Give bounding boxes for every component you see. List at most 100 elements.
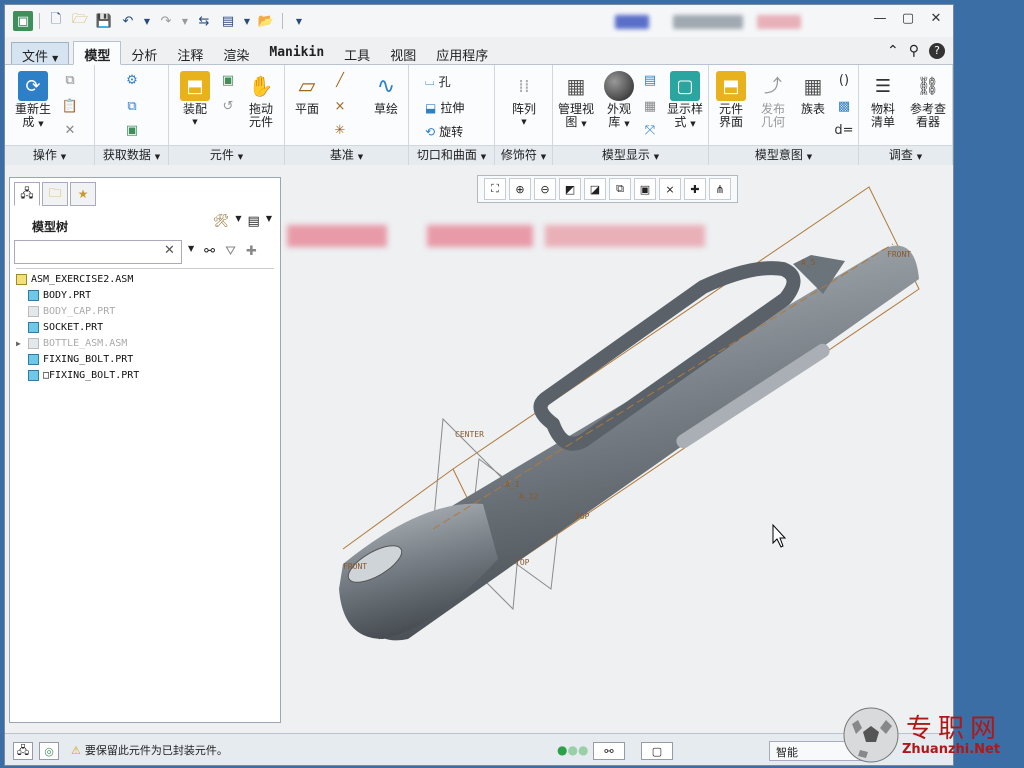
expand-arrow-icon[interactable]: ▶ bbox=[16, 339, 28, 348]
close-icon[interactable]: ✕ bbox=[929, 11, 943, 26]
tree-item[interactable]: □FIXING_BOLT.PRT bbox=[16, 367, 274, 383]
group-operations-label[interactable]: 操作 ▼ bbox=[5, 145, 94, 165]
regenerate-small-icon[interactable]: ⇆ bbox=[194, 11, 214, 31]
quick-access-toolbar: ▣ 🗋 🗁 💾 ↶ ▼ ↷ ▼ ⇆ ▤ ▼ 📂 ▼ bbox=[13, 11, 309, 31]
windows-dropdown-icon[interactable]: ▼ bbox=[242, 11, 252, 31]
hole-button[interactable]: ⌴ 孔 bbox=[425, 73, 451, 90]
minimize-icon[interactable]: — bbox=[873, 11, 887, 26]
assemble-button[interactable]: ⬒ 装配 ▼ bbox=[173, 71, 217, 129]
redo-dropdown-icon[interactable]: ▼ bbox=[180, 11, 190, 31]
component-interface-button[interactable]: ⬒ 元件 界面 bbox=[711, 71, 751, 129]
axis-icon[interactable]: ╱ bbox=[331, 71, 349, 89]
revolve-button[interactable]: ⟲ 旋转 bbox=[425, 123, 463, 140]
help-icon[interactable]: ? bbox=[929, 43, 945, 59]
section-icon[interactable]: ▤ bbox=[641, 71, 659, 89]
tree-item[interactable]: BODY_CAP.PRT bbox=[16, 303, 274, 319]
group-component-label[interactable]: 元件 ▼ bbox=[169, 145, 284, 165]
tab-render[interactable]: 渲染 bbox=[213, 42, 259, 64]
tree-item[interactable]: ASM_EXERCISE2.ASM bbox=[16, 271, 274, 287]
tree-item[interactable]: FIXING_BOLT.PRT bbox=[16, 351, 274, 367]
point-icon[interactable]: × bbox=[331, 97, 349, 115]
group-display-label[interactable]: 模型显示 ▼ bbox=[553, 145, 708, 165]
select-box-icon[interactable]: ▢ bbox=[641, 742, 673, 760]
drag-component-button[interactable]: ✋ 拖动 元件 bbox=[241, 71, 281, 129]
repeat-icon[interactable]: ↺ bbox=[219, 97, 237, 115]
open-folder-icon[interactable]: 🗁 bbox=[70, 11, 90, 31]
group-modifiers-label[interactable]: 修饰符 ▼ bbox=[495, 145, 552, 165]
publish-geometry-button[interactable]: ⤴ 发布 几何 bbox=[753, 71, 793, 129]
csys-icon[interactable]: ✳ bbox=[331, 121, 349, 139]
tab-file[interactable]: 文件 ▼ bbox=[11, 42, 70, 65]
tab-apps[interactable]: 应用程序 bbox=[426, 42, 498, 64]
pattern-button[interactable]: ⁞⁞ 阵列 ▼ bbox=[503, 71, 545, 129]
delete-icon[interactable]: ✕ bbox=[61, 121, 79, 139]
graphics-area[interactable]: ⛶ ⊕ ⊖ ◩ ◪ ⧉ ▣ ⨯ ✚ ⋔ FRONT A_5 CENTER A_1… bbox=[283, 169, 953, 725]
sketch-button[interactable]: ∿ 草绘 bbox=[367, 71, 405, 116]
tree-settings-dropdown-icon[interactable]: ▼ bbox=[235, 214, 241, 229]
tree-columns-icon[interactable]: ▤ bbox=[248, 214, 260, 229]
tree-item[interactable]: SOCKET.PRT bbox=[16, 319, 274, 335]
bom-button[interactable]: ☰ 物料 清单 bbox=[863, 71, 903, 129]
tree-columns-dropdown-icon[interactable]: ▼ bbox=[266, 214, 272, 229]
shrinkwrap-icon[interactable]: ▣ bbox=[123, 121, 141, 139]
paste-icon[interactable]: 📋 bbox=[61, 97, 79, 115]
tab-manikin[interactable]: Manikin bbox=[259, 42, 334, 64]
create-component-icon[interactable]: ▣ bbox=[219, 71, 237, 89]
search-dropdown-icon[interactable]: ▼ bbox=[188, 244, 194, 259]
family-table-button[interactable]: ▦ 族表 bbox=[795, 71, 831, 116]
tree-item-label: BODY.PRT bbox=[43, 289, 92, 301]
app-icon[interactable]: ▣ bbox=[13, 11, 33, 31]
pattern-icon: ⁞⁞ bbox=[518, 75, 530, 97]
plane-button[interactable]: ▱ 平面 bbox=[289, 71, 325, 116]
display-style-button[interactable]: ▢ 显示样 式 ▼ bbox=[663, 71, 707, 131]
browser-toggle-icon[interactable]: ◎ bbox=[39, 742, 59, 760]
tab-model[interactable]: 模型 bbox=[73, 41, 122, 65]
reference-viewer-button[interactable]: ⛓ 参考查 看器 bbox=[905, 71, 951, 129]
customize-dropdown-icon[interactable]: ▼ bbox=[289, 11, 309, 31]
tab-tools[interactable]: 工具 bbox=[334, 42, 380, 64]
undo-dropdown-icon[interactable]: ▼ bbox=[142, 11, 152, 31]
folder-browser-tab-icon[interactable]: 🗀 bbox=[42, 182, 68, 206]
tab-analysis[interactable]: 分析 bbox=[121, 42, 167, 64]
find-icon[interactable]: ⚯ bbox=[593, 742, 625, 760]
redo-icon[interactable]: ↷ bbox=[156, 11, 176, 31]
perspective-icon[interactable]: ▦ bbox=[641, 97, 659, 115]
add-icon[interactable]: ✚ bbox=[246, 244, 257, 259]
tree-item[interactable]: BODY.PRT bbox=[16, 287, 274, 303]
group-cut-label[interactable]: 切口和曲面 ▼ bbox=[409, 145, 494, 165]
group-investigate-label[interactable]: 调查 ▼ bbox=[859, 145, 952, 165]
new-file-icon[interactable]: 🗋 bbox=[46, 11, 66, 31]
tab-view[interactable]: 视图 bbox=[380, 42, 426, 64]
group-getdata-label[interactable]: 获取数据 ▼ bbox=[95, 145, 168, 165]
favorites-tab-icon[interactable]: ★ bbox=[70, 182, 96, 206]
relations-icon[interactable]: d= bbox=[834, 121, 853, 139]
tree-settings-icon[interactable]: 🛠 bbox=[213, 214, 230, 229]
windows-icon[interactable]: ▤ bbox=[218, 11, 238, 31]
regenerate-button[interactable]: ⟳ 重新生 成 ▼ bbox=[11, 71, 55, 131]
group-intent-label[interactable]: 模型意图 ▼ bbox=[709, 145, 858, 165]
copy-icon[interactable]: ⧉ bbox=[61, 71, 79, 89]
search-icon[interactable]: ⚲ bbox=[909, 43, 919, 59]
close-window-icon[interactable]: 📂 bbox=[256, 11, 276, 31]
group-datum-label[interactable]: 基准 ▼ bbox=[285, 145, 408, 165]
switch-dimensions-icon[interactable]: ▩ bbox=[835, 97, 853, 115]
copy-geometry-icon[interactable]: ⧉ bbox=[123, 97, 141, 115]
find-binoculars-icon[interactable]: ⚯ bbox=[204, 244, 215, 259]
explode-icon[interactable]: ⤧ bbox=[641, 121, 659, 139]
collapse-ribbon-icon[interactable]: ⌃ bbox=[887, 43, 899, 59]
filter-icon[interactable]: ⛛ bbox=[225, 244, 236, 259]
tab-annotate[interactable]: 注释 bbox=[167, 42, 213, 64]
parameters-icon[interactable]: () bbox=[835, 71, 853, 89]
clear-search-icon[interactable]: ✕ bbox=[164, 243, 175, 258]
undo-icon[interactable]: ↶ bbox=[118, 11, 138, 31]
model-tree-toggle-icon[interactable]: 🖧 bbox=[13, 742, 33, 760]
user-defined-feature-icon[interactable]: ⚙ bbox=[123, 71, 141, 89]
search-input[interactable] bbox=[14, 240, 182, 264]
extrude-button[interactable]: ⬓ 拉伸 bbox=[425, 99, 464, 116]
manage-views-button[interactable]: ▦ 管理视 图 ▼ bbox=[555, 71, 597, 131]
save-icon[interactable]: 💾 bbox=[94, 11, 114, 31]
model-tree-tab-icon[interactable]: 🖧 bbox=[14, 182, 40, 206]
appearance-button[interactable]: 外观 库 ▼ bbox=[599, 71, 639, 131]
maximize-icon[interactable]: ▢ bbox=[901, 11, 915, 26]
tree-item[interactable]: ▶ BOTTLE_ASM.ASM bbox=[16, 335, 274, 351]
